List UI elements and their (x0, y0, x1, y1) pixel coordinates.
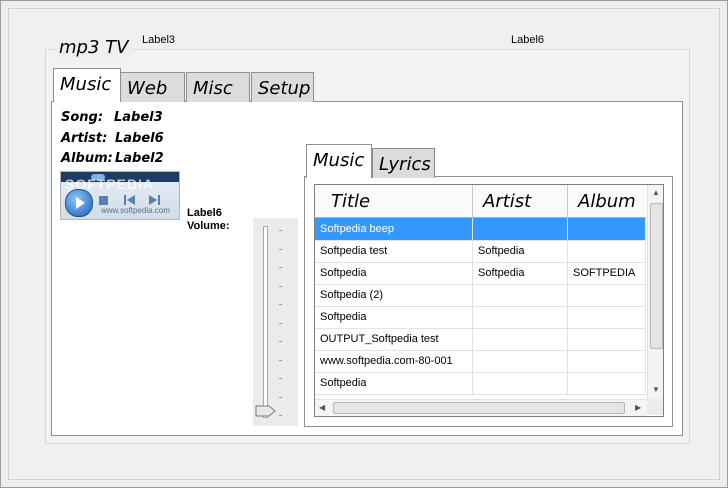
table-cell-artist (473, 284, 568, 306)
table-cell-artist (473, 306, 568, 328)
table-cell-title: www.softpedia.com-80-001 (315, 350, 473, 372)
table-cell-artist (473, 328, 568, 350)
volume-tick (279, 304, 282, 305)
playlist-table: Title Artist Album Softpedia beep Softped… (314, 184, 664, 417)
volume-tick (279, 378, 282, 379)
column-header-title[interactable]: Title (315, 185, 473, 217)
play-button[interactable] (65, 189, 93, 217)
song-label: Song: (61, 110, 104, 125)
table-cell-album (568, 240, 646, 262)
table-row[interactable]: Softpedia test Softpedia (315, 240, 646, 263)
tab-setup[interactable]: Setup (251, 72, 314, 102)
volume-tick (279, 396, 282, 398)
table-row[interactable]: Softpedia (315, 372, 646, 395)
table-cell-title: Softpedia test (315, 240, 473, 262)
scroll-right-icon[interactable]: ▶ (635, 403, 641, 412)
volume-slider-track (263, 226, 268, 418)
album-value: Label2 (115, 151, 164, 166)
table-cell-title: Softpedia (315, 372, 473, 394)
player-url: www.softpedia.com (101, 206, 170, 215)
volume-tick (279, 267, 282, 268)
table-cell-album (568, 284, 646, 306)
playlist-header: Title Artist Album (315, 185, 646, 218)
table-cell-album (568, 328, 646, 350)
table-cell-artist: Softpedia (473, 240, 568, 262)
previous-icon[interactable] (123, 194, 137, 206)
tab-web[interactable]: Web (120, 72, 185, 102)
playlist-horizontal-scrollbar[interactable]: ◀ ▶ (315, 399, 647, 416)
scroll-down-icon[interactable]: ▼ (652, 385, 660, 394)
table-row[interactable]: Softpedia (2) (315, 284, 646, 307)
playlist-vertical-scrollbar[interactable]: ▲ ▼ (647, 185, 663, 399)
stop-icon[interactable] (99, 196, 108, 205)
top-label-right: Label6 (511, 34, 545, 46)
table-row[interactable]: Softpedia beep (315, 218, 646, 241)
table-cell-title: Softpedia (2) (315, 284, 473, 306)
tab-music[interactable]: Music (53, 68, 121, 102)
table-cell-artist: Softpedia (473, 262, 568, 284)
next-icon[interactable] (147, 194, 161, 206)
table-cell-album: SOFTPEDIA (568, 262, 646, 284)
table-cell-album (568, 306, 646, 328)
play-icon (76, 197, 85, 209)
table-row[interactable]: OUTPUT_Softpedia test (315, 328, 646, 351)
group-title: mp3 TV (55, 37, 133, 58)
inner-tab-music[interactable]: Music (306, 144, 372, 178)
vertical-scroll-thumb[interactable] (650, 203, 663, 349)
table-row[interactable]: Softpedia (315, 306, 646, 329)
volume-tick (279, 230, 282, 231)
scroll-up-icon[interactable]: ▲ (652, 188, 660, 197)
table-cell-title: OUTPUT_Softpedia test (315, 328, 473, 350)
top-label-left: Label3 (142, 34, 176, 46)
horizontal-scroll-thumb[interactable] (333, 402, 625, 414)
table-cell-artist (473, 372, 568, 394)
volume-tick (279, 322, 282, 324)
column-header-album[interactable]: Album (568, 185, 646, 217)
table-cell-title: Softpedia (315, 306, 473, 328)
table-row[interactable]: Softpedia Softpedia SOFTPEDIA (315, 262, 646, 285)
column-header-artist[interactable]: Artist (473, 185, 568, 217)
volume-slider-thumb-icon[interactable] (255, 405, 277, 417)
volume-tick (279, 248, 282, 250)
album-label: Album: (61, 151, 113, 166)
tab-misc[interactable]: Misc (186, 72, 250, 102)
volume-slider[interactable] (253, 218, 298, 426)
scroll-left-icon[interactable]: ◀ (319, 403, 325, 412)
artist-value: Label6 (115, 131, 164, 146)
table-cell-artist (473, 218, 568, 240)
artist-label: Artist: (61, 131, 108, 146)
table-cell-album (568, 218, 646, 240)
volume-label: Volume: (187, 220, 230, 232)
table-cell-title: Softpedia beep (315, 218, 473, 240)
table-cell-artist (473, 350, 568, 372)
volume-tick (279, 341, 282, 342)
volume-tick (279, 415, 282, 416)
scroll-corner (647, 399, 663, 415)
volume-tick (279, 285, 282, 287)
volume-top-label: Label6 (187, 207, 222, 219)
song-value: Label3 (114, 110, 163, 125)
table-cell-title: Softpedia (315, 262, 473, 284)
volume-tick (279, 359, 282, 361)
inner-tab-lyrics[interactable]: Lyrics (372, 148, 435, 178)
table-row[interactable]: www.softpedia.com-80-001 (315, 350, 646, 373)
media-player: SOFTPEDIA www.softpedia.com (60, 171, 180, 220)
table-cell-album (568, 372, 646, 394)
table-cell-album (568, 350, 646, 372)
